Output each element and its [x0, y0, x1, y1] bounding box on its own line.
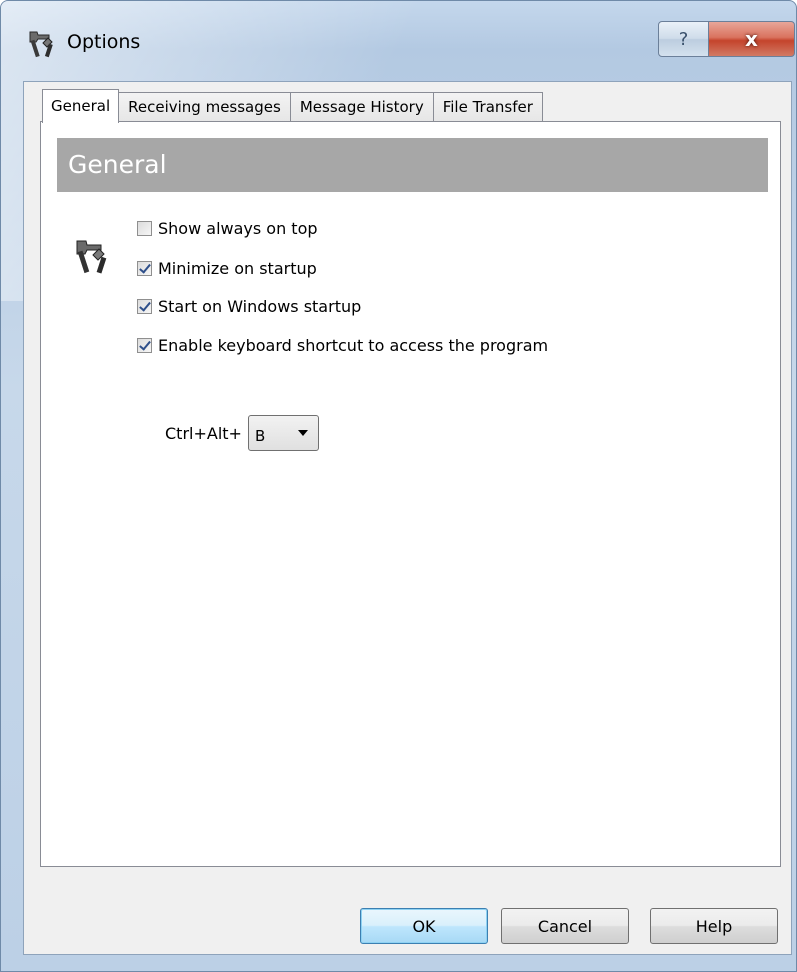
option-windows-startup[interactable]: Start on Windows startup: [137, 295, 361, 317]
windows-startup-checkbox[interactable]: [137, 298, 152, 314]
tab-general[interactable]: General: [42, 89, 120, 123]
option-minimize-on-startup[interactable]: Minimize on startup: [137, 257, 317, 279]
general-tab-panel: General Show always on top Minimize on s…: [40, 121, 781, 867]
minimize-on-startup-label: Minimize on startup: [158, 258, 317, 278]
tab-message-history[interactable]: Message History: [289, 92, 434, 122]
tab-strip: General Receiving messages Message Histo…: [42, 88, 543, 123]
windows-startup-label: Start on Windows startup: [158, 296, 362, 316]
shortcut-key-value: B: [254, 427, 266, 445]
question-icon: ?: [678, 28, 689, 50]
help-button[interactable]: Help: [650, 908, 778, 944]
option-keyboard-shortcut[interactable]: Enable keyboard shortcut to access the p…: [137, 334, 548, 356]
cancel-button[interactable]: Cancel: [501, 908, 629, 944]
shortcut-modifier-label: Ctrl+Alt+: [165, 423, 242, 443]
tab-file-transfer[interactable]: File Transfer: [432, 92, 543, 122]
title-help-button[interactable]: ?: [658, 21, 709, 57]
options-window: Options ? x General Receiving messages M…: [0, 0, 797, 972]
always-on-top-checkbox[interactable]: [137, 220, 152, 236]
title-bar[interactable]: Options ? x: [1, 1, 796, 81]
always-on-top-label: Show always on top: [158, 218, 318, 238]
section-header: General: [57, 138, 768, 192]
tools-icon: [76, 240, 107, 274]
shortcut-key-select[interactable]: B: [247, 415, 319, 451]
chevron-down-icon: [297, 430, 308, 436]
keyboard-shortcut-label: Enable keyboard shortcut to access the p…: [158, 335, 549, 355]
window-title: Options: [67, 31, 141, 53]
option-always-on-top[interactable]: Show always on top: [137, 217, 318, 239]
close-icon: x: [745, 27, 758, 51]
shortcut-row: Ctrl+Alt+ B: [165, 415, 319, 451]
tab-receiving-messages[interactable]: Receiving messages: [118, 92, 291, 122]
dialog-client-area: General Receiving messages Message Histo…: [23, 81, 792, 955]
keyboard-shortcut-checkbox[interactable]: [137, 337, 152, 353]
ok-button[interactable]: OK: [360, 908, 488, 944]
title-close-button[interactable]: x: [708, 21, 795, 57]
tools-icon: [29, 31, 53, 58]
minimize-on-startup-checkbox[interactable]: [137, 260, 152, 276]
